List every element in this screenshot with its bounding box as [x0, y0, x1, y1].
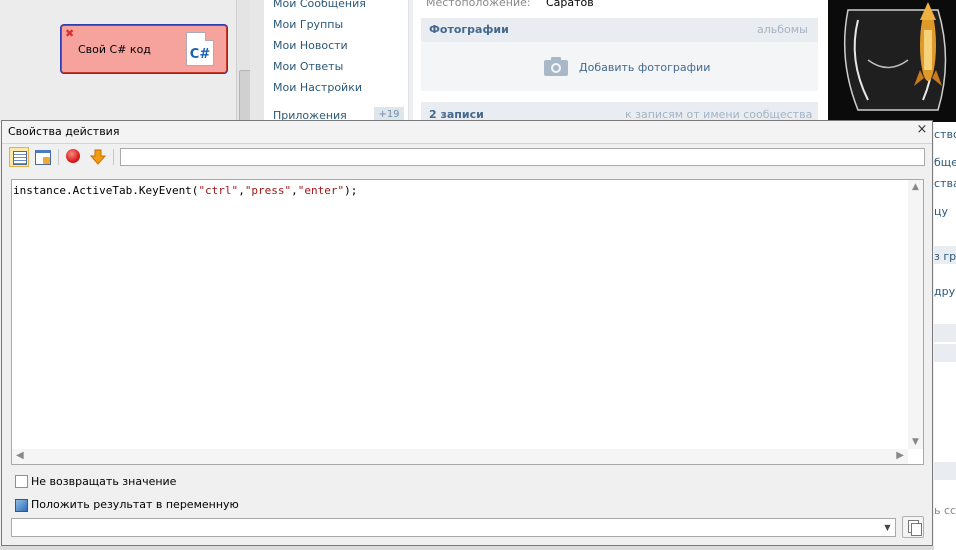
right-fragment-text[interactable]: дру — [934, 285, 955, 298]
action-name-input[interactable] — [120, 148, 925, 166]
editor-horizontal-scrollbar[interactable]: ◀ ▶ — [12, 449, 908, 464]
right-fragment-text[interactable]: ства — [934, 177, 956, 190]
table-view-button[interactable] — [9, 147, 29, 167]
nav-item-groups[interactable]: Мои Группы — [273, 18, 343, 31]
right-fragment-text[interactable]: бще — [934, 156, 956, 169]
csharp-action-block[interactable]: ✖ Свой C# код C# — [61, 25, 227, 73]
browser-left-strip — [250, 0, 264, 122]
scroll-right-icon[interactable]: ▶ — [896, 450, 904, 461]
camera-icon[interactable] — [544, 57, 568, 76]
right-fragment-text[interactable]: ство — [934, 128, 956, 141]
nav-item-settings[interactable]: Мои Настройки — [273, 81, 362, 94]
add-photos-link[interactable]: Добавить фотографии — [579, 61, 710, 74]
variable-icon — [15, 499, 28, 512]
rocket-illustration-icon — [828, 0, 956, 122]
nav-item-messages[interactable]: Мои Сообщения — [273, 0, 366, 10]
no-return-checkbox[interactable] — [15, 475, 28, 488]
chevron-down-icon[interactable]: ▼ — [880, 519, 895, 536]
toolbar-separator — [58, 149, 59, 165]
right-fragment-text[interactable]: ь ссы — [934, 504, 956, 517]
location-value[interactable]: Саратов — [546, 0, 594, 9]
move-down-button[interactable] — [88, 147, 108, 167]
dialog-title: Свойства действия — [8, 125, 120, 138]
editor-vertical-scrollbar[interactable]: ▲ ▼ — [908, 180, 923, 449]
code-line[interactable]: instance.ActiveTab.KeyEvent("ctrl","pres… — [13, 184, 357, 197]
delete-action-icon[interactable]: ✖ — [65, 27, 74, 40]
right-fragment-header — [934, 324, 956, 342]
right-fragment-header — [934, 462, 956, 480]
toolbar-separator — [113, 149, 114, 165]
location-label: Местоположение: — [426, 0, 531, 9]
window-view-button[interactable] — [33, 147, 53, 167]
table-icon — [13, 151, 27, 165]
stop-icon — [66, 149, 80, 163]
dialog-titlebar[interactable] — [2, 121, 932, 144]
code-editor[interactable] — [11, 179, 924, 465]
scroll-up-icon[interactable]: ▲ — [908, 182, 923, 192]
scroll-down-icon[interactable]: ▼ — [908, 437, 923, 447]
right-fragment-text[interactable]: з гру — [934, 250, 956, 263]
community-avatar-image[interactable] — [828, 0, 956, 122]
action-block-label: Свой C# код — [78, 43, 151, 56]
copy-button[interactable] — [902, 516, 924, 538]
canvas-scrollbar[interactable] — [236, 0, 251, 122]
put-result-label: Положить результат в переменную — [31, 498, 239, 511]
albums-link[interactable]: альбомы — [757, 23, 808, 36]
no-return-label[interactable]: Не возвращать значение — [31, 475, 176, 488]
variable-select[interactable] — [11, 518, 896, 537]
nav-item-news[interactable]: Мои Новости — [273, 39, 348, 52]
bottom-edge — [0, 546, 934, 550]
photos-title[interactable]: Фотографии — [429, 23, 509, 36]
nav-item-answers[interactable]: Мои Ответы — [273, 60, 343, 73]
right-fragment-text[interactable]: цу — [934, 205, 948, 218]
csharp-file-icon: C# — [186, 32, 214, 66]
right-column-fragment: ство бще ства цу з гру дру ь ссы — [934, 122, 956, 550]
stop-button[interactable] — [64, 147, 84, 167]
scroll-left-icon[interactable]: ◀ — [16, 450, 24, 461]
right-fragment-header — [934, 344, 956, 362]
close-icon[interactable]: × — [915, 123, 929, 137]
vk-sidebar-nav: Мои Сообщения Мои Группы Мои Новости Мои… — [264, 0, 409, 122]
arrow-down-icon — [89, 149, 107, 165]
